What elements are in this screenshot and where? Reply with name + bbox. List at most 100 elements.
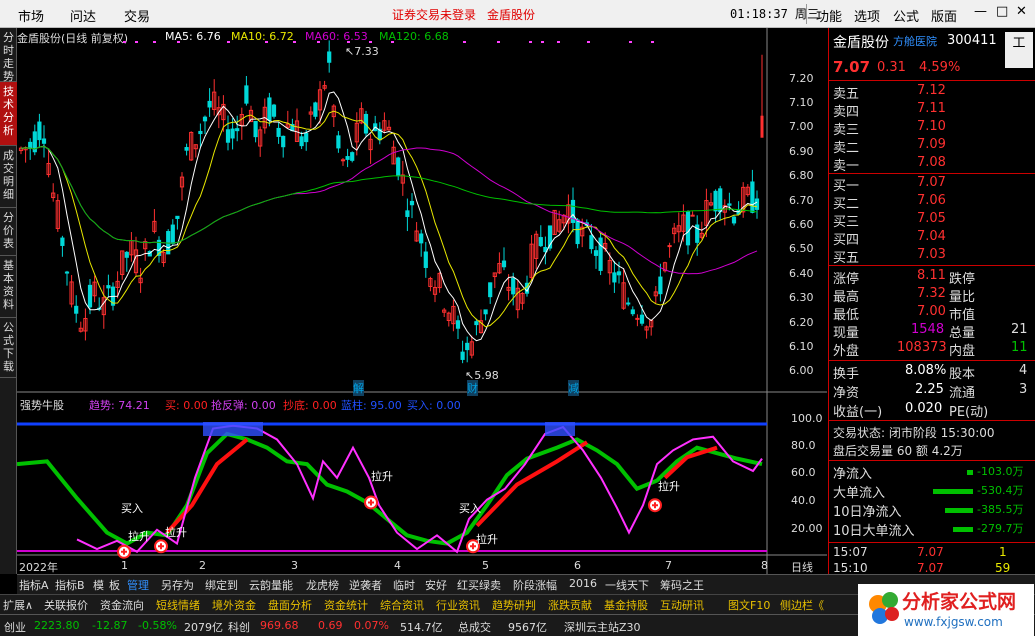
tab-red-buy-green-sell[interactable]: 红买绿卖 — [457, 577, 501, 593]
login-warning[interactable]: 证券交易未登录 — [392, 6, 476, 23]
indicator-blue: 蓝柱: 95.00 — [341, 399, 402, 412]
total-turnover: 9567亿 — [508, 621, 547, 634]
server-station[interactable]: 深圳云主站Z30 — [564, 619, 641, 635]
signal-dot — [135, 41, 138, 43]
month-tick: 3 — [291, 559, 298, 572]
tab-temp[interactable]: 临时 — [393, 577, 415, 593]
tab-f10[interactable]: 图文F10 — [728, 597, 770, 613]
stock-link[interactable]: 金盾股份 — [487, 6, 535, 23]
candle-body — [313, 102, 318, 117]
signal-dot — [557, 41, 560, 43]
candle-body — [202, 116, 208, 122]
candle-body — [593, 250, 599, 256]
menu-function[interactable]: 功能 — [816, 6, 842, 25]
tab-dragon-tiger[interactable]: 龙虎榜 — [306, 577, 339, 593]
tab-volume[interactable]: 云韵量能 — [249, 577, 293, 593]
kline-svg — [17, 28, 827, 574]
tab-board[interactable]: 板 — [109, 577, 120, 593]
tab-save-as[interactable]: 另存为 — [161, 577, 194, 593]
tab-industry-news[interactable]: 行业资讯 — [436, 597, 480, 613]
menu-wenda[interactable]: 问达 — [70, 6, 96, 25]
flow-bar — [945, 508, 973, 513]
candle-body — [184, 147, 189, 151]
tab-bind-to[interactable]: 绑定到 — [205, 577, 238, 593]
divider — [829, 360, 1035, 361]
index-name[interactable]: 科创 — [228, 619, 250, 635]
menu-layout[interactable]: 版面 — [931, 6, 957, 25]
tab-indicator-a[interactable]: 指标A — [19, 577, 49, 593]
candle-body — [731, 216, 737, 224]
menu-options[interactable]: 选项 — [854, 6, 880, 25]
tab-sidebar[interactable]: 侧边栏《 — [780, 597, 824, 613]
tab-news[interactable]: 综合资讯 — [380, 597, 424, 613]
period-label[interactable]: 日线 — [791, 559, 813, 575]
quote-concept-tag[interactable]: 方舱医院 — [893, 33, 937, 49]
index-name[interactable]: 创业 — [4, 619, 26, 635]
ask-label: 卖四 — [833, 105, 860, 120]
tab-fund-flow[interactable]: 资金流向 — [100, 597, 144, 613]
tab-2016[interactable]: 2016 — [569, 577, 597, 590]
event-mark[interactable]: 减 — [568, 380, 579, 396]
quote-code: 300411 — [947, 33, 997, 48]
tab-contribution[interactable]: 涨跌贡献 — [548, 597, 592, 613]
menu-formula[interactable]: 公式 — [893, 6, 919, 25]
close-icon[interactable]: ✕ — [1016, 4, 1027, 19]
tab-related-quote[interactable]: 关联报价 — [44, 597, 88, 613]
tab-expand[interactable]: 扩展∧ — [3, 597, 33, 613]
tab-anhao[interactable]: 安好 — [425, 577, 447, 593]
candle-body — [690, 214, 695, 217]
side-tab-deals[interactable]: 成交明细 — [0, 146, 17, 208]
tab-manage[interactable]: 管理 — [127, 577, 149, 593]
candle-body — [37, 121, 42, 141]
candle-body — [350, 152, 355, 161]
menu-trade[interactable]: 交易 — [124, 6, 150, 25]
candle-body — [488, 282, 493, 298]
divider — [829, 80, 1035, 81]
tab-fund-stats[interactable]: 资金统计 — [324, 597, 368, 613]
tab-fund-holding[interactable]: 基金持股 — [604, 597, 648, 613]
event-mark[interactable]: 解 — [353, 380, 364, 396]
blue-block — [203, 422, 263, 436]
tab-foreign-fund[interactable]: 境外资金 — [212, 597, 256, 613]
candle-body — [465, 342, 470, 351]
tab-indicator-b[interactable]: 指标B — [55, 577, 85, 593]
month-tick: 5 — [482, 559, 489, 572]
tab-yixiantian[interactable]: 一线天下 — [605, 577, 649, 593]
ind-tick: 60.0 — [791, 466, 816, 479]
divider — [806, 4, 807, 24]
event-mark[interactable]: 财 — [467, 380, 478, 396]
tab-chip-king[interactable]: 筹码之王 — [660, 577, 704, 593]
side-panel-button[interactable]: 工 — [1005, 32, 1033, 68]
high-annotation: ↖7.33 — [345, 45, 379, 58]
signal-label: 拉升 — [128, 530, 150, 543]
stat-label: 外盘 — [833, 344, 860, 359]
candle-body — [271, 104, 277, 117]
stat-label: 换手 — [833, 367, 860, 382]
stat-label: 股本 — [949, 367, 976, 382]
logo-url: www.fxjgsw.com — [904, 615, 1003, 629]
flow-label: 大单流入 — [833, 486, 886, 501]
candle-body — [304, 132, 309, 143]
signal-dot — [153, 41, 156, 43]
bid-label: 买四 — [833, 233, 860, 248]
menu-market[interactable]: 市场 — [18, 6, 44, 25]
tab-short-sentiment[interactable]: 短线情绪 — [156, 597, 200, 613]
side-tab-profile[interactable]: 基本资料 — [0, 256, 17, 318]
indicator-bottom: 抄底: 0.00 — [283, 399, 337, 412]
candle-body — [235, 128, 240, 132]
signal-dot — [293, 41, 296, 43]
tab-stage-gain[interactable]: 阶段涨幅 — [513, 577, 557, 593]
side-tab-formula-download[interactable]: 公式下载 — [0, 318, 17, 378]
tab-model[interactable]: 模 — [93, 577, 104, 593]
side-tab-technical[interactable]: 技术分析 — [0, 82, 17, 146]
minimize-icon[interactable]: — — [974, 4, 987, 19]
side-tab-timeshare[interactable]: 分时走势 — [0, 28, 17, 83]
tab-trend[interactable]: 趋势研判 — [492, 597, 536, 613]
tab-interactive[interactable]: 互动研讯 — [660, 597, 704, 613]
restore-icon[interactable]: □ — [996, 4, 1008, 19]
tab-market-analysis[interactable]: 盘面分析 — [268, 597, 312, 613]
side-tab-price-table[interactable]: 分价表 — [0, 208, 17, 256]
stat-label: 总量 — [949, 326, 976, 341]
kline-chart-area[interactable]: 金盾股份(日线 前复权) MA5: 6.76 MA10: 6.72 MA60: … — [17, 28, 827, 574]
tab-reversal[interactable]: 逆袭者 — [349, 577, 382, 593]
